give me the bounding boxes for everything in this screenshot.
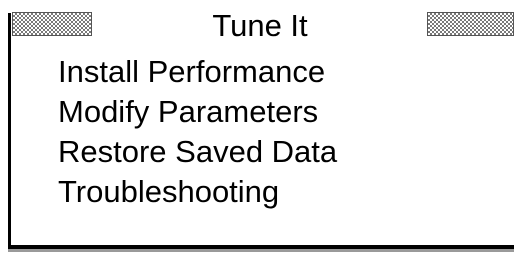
lcd-screen: Tune It Install Performance Modify Param…	[0, 0, 514, 263]
screen-title: Tune It	[212, 8, 308, 43]
menu-item-troubleshooting[interactable]: Troubleshooting	[58, 172, 337, 212]
menu-item-modify-parameters[interactable]: Modify Parameters	[58, 92, 337, 132]
title-bar-pattern-right	[427, 12, 514, 36]
main-menu: Install Performance Modify Parameters Re…	[58, 52, 337, 212]
menu-item-restore-saved-data[interactable]: Restore Saved Data	[58, 132, 337, 172]
title-bar-pattern-left	[12, 12, 92, 36]
screen-left-border	[8, 13, 11, 245]
screen-bottom-shadow	[8, 249, 514, 252]
menu-item-install-performance[interactable]: Install Performance	[58, 52, 337, 92]
